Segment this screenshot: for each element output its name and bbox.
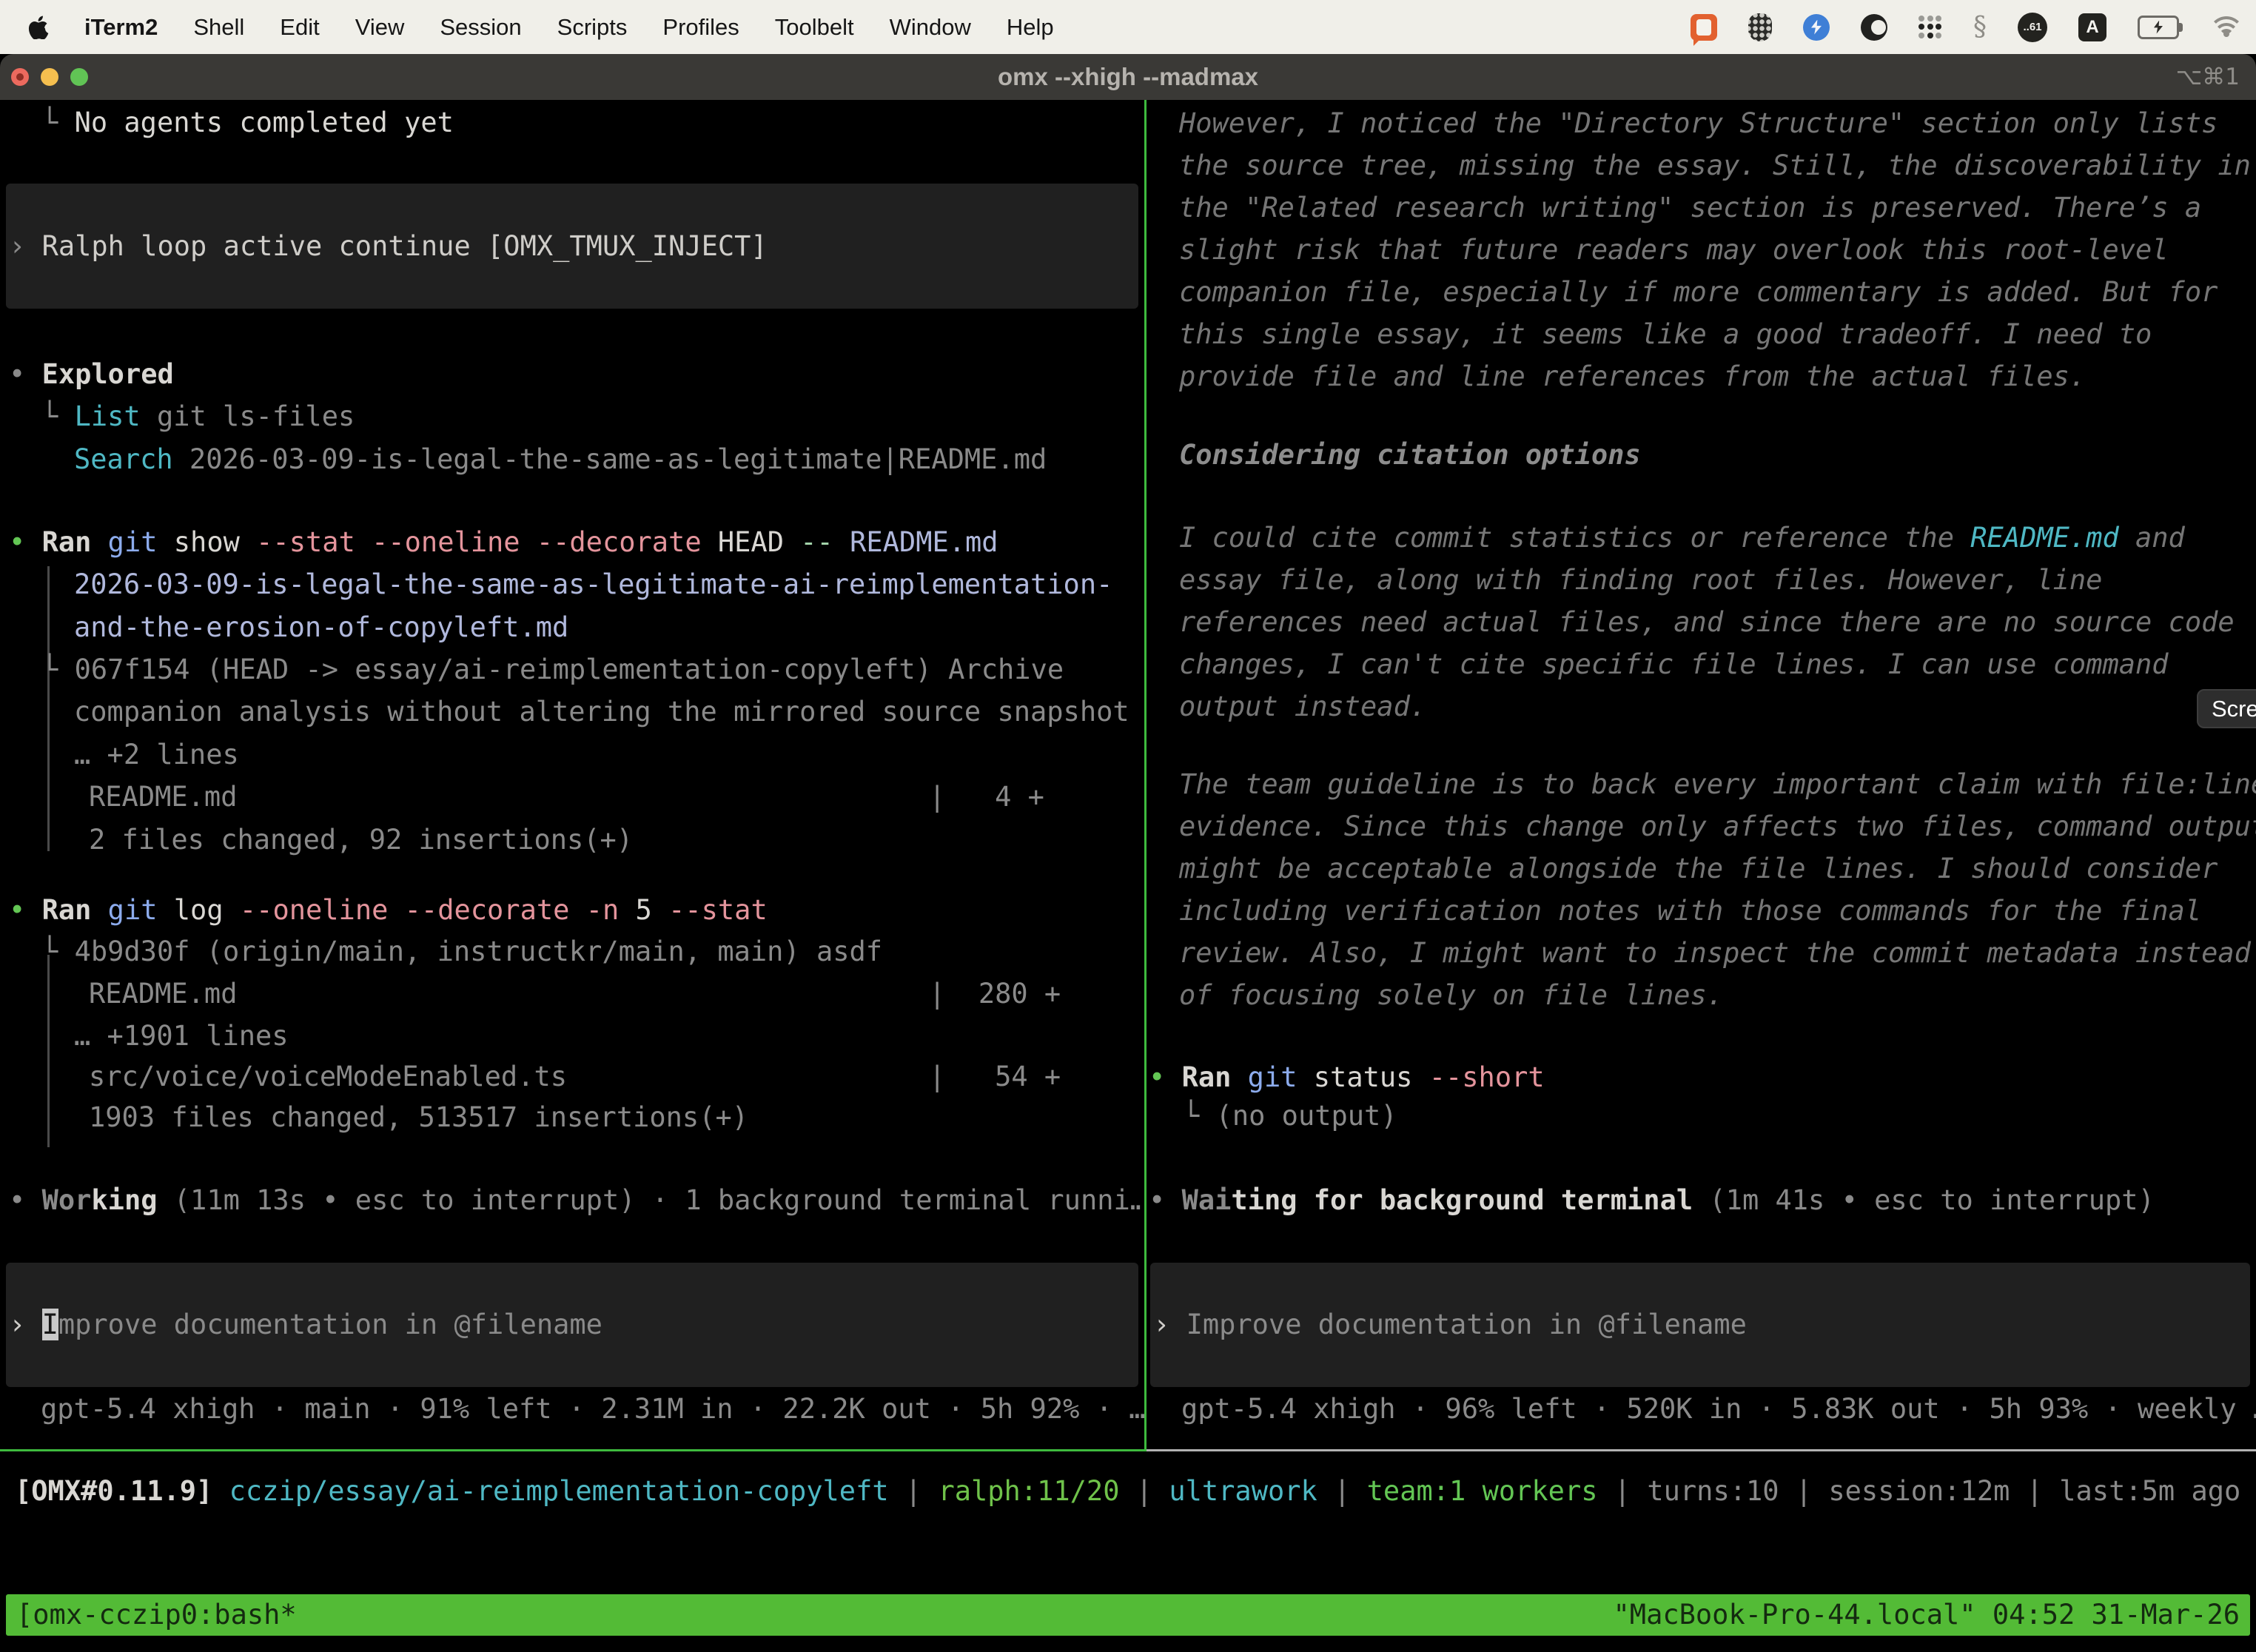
show-stat-row: README.md| 4 + bbox=[89, 776, 237, 819]
thinking-paragraph-line: the "Related research writing" section i… bbox=[1179, 187, 2201, 229]
ran-git-status-line: • Ran git status --short bbox=[1149, 1056, 1545, 1099]
thinking-paragraph-line: output instead. bbox=[1179, 685, 1426, 728]
menu-item-view[interactable]: View bbox=[355, 14, 405, 41]
pane-divider[interactable] bbox=[1144, 100, 1147, 1451]
thinking-paragraph-line: companion file, especially if more comme… bbox=[1179, 271, 2218, 314]
log-commit-line: └ 4b9d30f (origin/main, instructkr/main,… bbox=[41, 930, 882, 973]
show-filename-line1: 2026-03-09-is-legal-the-same-as-legitima… bbox=[74, 563, 1112, 606]
thinking-paragraph-line: essay file, along with finding root file… bbox=[1179, 559, 2102, 602]
explored-search-line: Search 2026-03-09-is-legal-the-same-as-l… bbox=[74, 438, 1047, 481]
log-stat-row2: src/voice/voiceModeEnabled.ts| 54 + bbox=[89, 1055, 567, 1098]
thinking-paragraph-line: might be acceptable alongside the file l… bbox=[1179, 847, 2218, 890]
show-commit-line2: companion analysis without altering the … bbox=[74, 691, 1129, 733]
left-model-statusbar: gpt-5.4 xhigh · main · 91% left · 2.31M … bbox=[41, 1388, 1145, 1431]
menu-item-toolbelt[interactable]: Toolbelt bbox=[775, 14, 854, 41]
log-stat-row1: README.md| 280 + bbox=[89, 973, 237, 1015]
right-prompt-input[interactable]: › Improve documentation in @filename bbox=[1150, 1263, 2250, 1387]
menubar-status-icons: § ..61 A bbox=[1691, 12, 2256, 42]
explored-list-line: └ List git ls-files bbox=[41, 395, 355, 438]
right-pane-border bbox=[1147, 1449, 2256, 1451]
thinking-paragraph-line: this single essay, it seems like a good … bbox=[1179, 313, 2152, 356]
blue-bolt-app-icon[interactable] bbox=[1803, 14, 1830, 41]
ran-git-log-line: • Ran git log --oneline --decorate -n 5 … bbox=[9, 889, 768, 932]
menu-bar: iTerm2 Shell Edit View Session Scripts P… bbox=[0, 0, 2256, 54]
apple-icon[interactable] bbox=[28, 16, 49, 39]
iterm2-window: omx --xhigh --madmax ⌥⌘1 └ No agents com… bbox=[0, 54, 2256, 1652]
right-model-statusbar: gpt-5.4 xhigh · 96% left · 520K in · 5.8… bbox=[1181, 1388, 2256, 1431]
right-prompt-line: › Improve documentation in @filename bbox=[1153, 1303, 1747, 1346]
menu-item-session[interactable]: Session bbox=[440, 14, 521, 41]
waiting-status-line: • Waiting for background terminal (1m 41… bbox=[1149, 1179, 2155, 1222]
menu-item-help[interactable]: Help bbox=[1007, 14, 1054, 41]
shield-app-icon[interactable] bbox=[1748, 13, 1772, 41]
thinking-paragraph-line: of focusing solely on file lines. bbox=[1179, 974, 1723, 1017]
show-filename-line2: and-the-erosion-of-copyleft.md bbox=[74, 606, 568, 649]
thinking-paragraph-line: including verification notes with those … bbox=[1179, 890, 2201, 933]
omx-status-line: [OMX#0.11.9] cczip/essay/ai-reimplementa… bbox=[15, 1470, 2240, 1513]
screen-overlay-button[interactable]: Scre bbox=[2197, 689, 2256, 728]
tmux-host-time: "MacBook-Pro-44.local" 04:52 31-Mar-26 bbox=[1614, 1594, 2240, 1636]
thinking-paragraph-line: provide file and line references from th… bbox=[1179, 355, 2086, 398]
inject-line: › Ralph loop active continue [OMX_TMUX_I… bbox=[9, 225, 768, 268]
menu-item-edit[interactable]: Edit bbox=[280, 14, 319, 41]
thinking-paragraph-line: The team guideline is to back every impo… bbox=[1179, 763, 2256, 806]
thinking-paragraph-line: review. Also, I might want to inspect th… bbox=[1179, 932, 2251, 975]
terminal-content: └ No agents completed yet › Ralph loop a… bbox=[0, 100, 2256, 1652]
show-more-lines: … +2 lines bbox=[74, 733, 239, 776]
menu-item-profiles[interactable]: Profiles bbox=[662, 14, 739, 41]
battery-icon[interactable] bbox=[2138, 16, 2179, 39]
thinking-paragraph-line: changes, I can't cite specific file line… bbox=[1179, 643, 2169, 686]
tmux-status-bar: [omx-cczip0:bash* "MacBook-Pro-44.local"… bbox=[6, 1594, 2250, 1636]
thinking-heading: Considering citation options bbox=[1179, 434, 1641, 477]
tree-guide-line bbox=[47, 955, 50, 1147]
wifi-icon[interactable] bbox=[2210, 15, 2243, 40]
window-title: omx --xhigh --madmax bbox=[0, 54, 2256, 100]
window-titlebar[interactable]: omx --xhigh --madmax ⌥⌘1 bbox=[0, 54, 2256, 100]
tmux-session-label: [omx-cczip0:bash* bbox=[16, 1594, 297, 1636]
chat-app-icon[interactable] bbox=[1691, 14, 1717, 41]
tmux-window-shortcut: ⌥⌘1 bbox=[2176, 54, 2240, 100]
thinking-paragraph-line: evidence. Since this change only affects… bbox=[1179, 805, 2256, 848]
menu-item-scripts[interactable]: Scripts bbox=[557, 14, 628, 41]
agents-note: └ No agents completed yet bbox=[41, 101, 454, 144]
thinking-paragraph-line: I could cite commit statistics or refere… bbox=[1179, 517, 2185, 560]
no-output-line: └ (no output) bbox=[1183, 1095, 1397, 1138]
input-source-icon[interactable]: A bbox=[2078, 13, 2106, 41]
log-more-lines: … +1901 lines bbox=[74, 1015, 289, 1058]
show-commit-line: └ 067f154 (HEAD -> essay/ai-reimplementa… bbox=[41, 648, 1064, 691]
menu-item-iterm2[interactable]: iTerm2 bbox=[84, 14, 158, 41]
menu-item-shell[interactable]: Shell bbox=[193, 14, 244, 41]
thinking-paragraph-line: However, I noticed the "Directory Struct… bbox=[1179, 102, 2218, 145]
tree-guide-line bbox=[47, 566, 50, 851]
left-pane-border bbox=[0, 1449, 1147, 1451]
menu-item-window[interactable]: Window bbox=[890, 14, 971, 41]
thinking-paragraph-line: references need actual files, and since … bbox=[1179, 601, 2235, 644]
inject-prompt-box[interactable]: › Ralph loop active continue [OMX_TMUX_I… bbox=[6, 184, 1138, 309]
explored-header: • Explored bbox=[9, 353, 174, 396]
left-prompt-line: › Improve documentation in @filename bbox=[9, 1303, 602, 1346]
menu-items: iTerm2 Shell Edit View Session Scripts P… bbox=[0, 14, 1054, 41]
working-status-line: • Working (11m 13s • esc to interrupt) ·… bbox=[9, 1179, 1141, 1222]
log-summary-row: 1903 files changed, 513517 insertions(+) bbox=[89, 1096, 748, 1139]
ran-git-show-line: • Ran git show --stat --oneline --decora… bbox=[9, 521, 998, 564]
left-prompt-input[interactable]: › Improve documentation in @filename bbox=[6, 1263, 1138, 1387]
show-summary-row: 2 files changed, 92 insertions(+) bbox=[89, 819, 633, 862]
grid-menu-icon[interactable] bbox=[1918, 16, 1942, 39]
disk-app-icon[interactable] bbox=[1861, 14, 1887, 41]
thinking-paragraph-line: slight risk that future readers may over… bbox=[1179, 229, 2169, 272]
thinking-paragraph-line: the source tree, missing the essay. Stil… bbox=[1179, 144, 2251, 187]
squiggle-app-icon[interactable]: § bbox=[1973, 12, 1987, 42]
percent-badge-icon[interactable]: ..61 bbox=[2018, 13, 2047, 42]
